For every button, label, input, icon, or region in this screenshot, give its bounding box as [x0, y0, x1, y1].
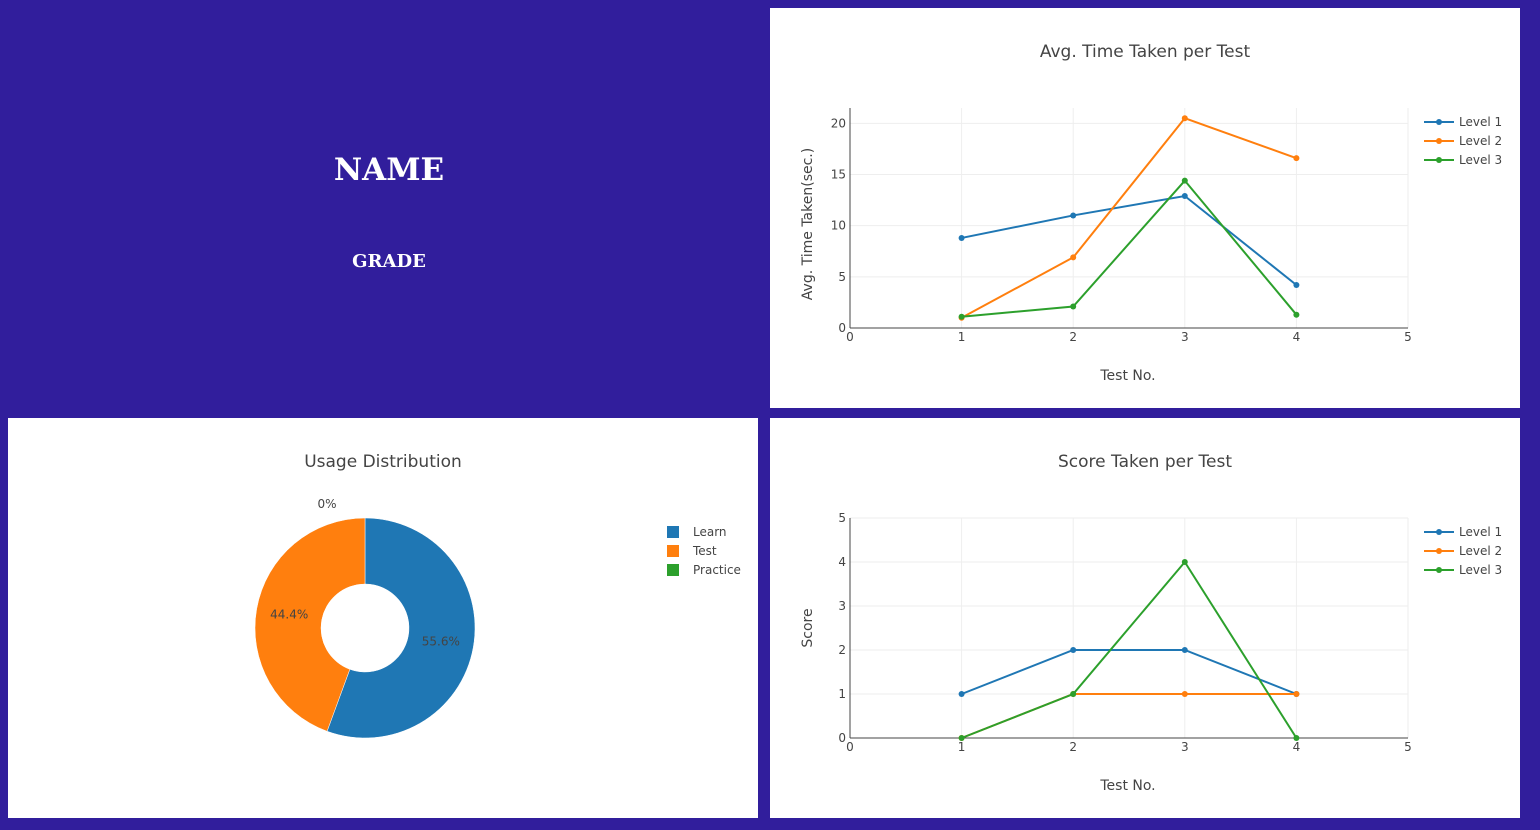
x-tick-label: 4 — [1293, 740, 1301, 754]
legend-swatch — [667, 526, 679, 538]
data-point-level-1 — [1181, 193, 1188, 199]
time-chart-panel: Avg. Time Taken per Test Test No. Avg. T… — [770, 8, 1520, 408]
y-tick-label: 5 — [838, 511, 846, 525]
series-line-level-2 — [961, 117, 1297, 319]
x-tick-label: 3 — [1181, 330, 1189, 344]
data-point-level-3 — [1293, 735, 1300, 741]
legend-label: Practice — [693, 563, 741, 577]
data-point-level-1 — [958, 234, 965, 241]
y-tick-label: 1 — [838, 687, 846, 701]
data-point-level-3 — [1070, 691, 1077, 697]
series-line-level-1 — [961, 649, 1297, 695]
legend-swatch-marker — [1436, 529, 1442, 535]
legend-label: Level 3 — [1459, 153, 1502, 167]
legend-swatch-marker — [1436, 157, 1442, 163]
usage-chart-panel: Usage Distribution 55.6% 44.4% 0% Learn Test… — [8, 418, 758, 818]
chart-title: Score Taken per Test — [1058, 452, 1232, 472]
legend-label: Level 1 — [1459, 115, 1502, 129]
legend-item-level-2: Level 2 — [1424, 544, 1502, 558]
profile-name: NAME — [333, 152, 445, 188]
y-tick-label: 0 — [838, 321, 846, 335]
legend-item-level-3: Level 3 — [1424, 563, 1502, 577]
profile-panel: NAME GRADE — [0, 0, 770, 418]
y-tick-label: 2 — [838, 643, 846, 657]
data-point-level-2 — [1070, 254, 1077, 261]
legend-swatch-marker — [1436, 119, 1442, 125]
y-tick-label: 3 — [838, 599, 846, 613]
x-tick-label: 5 — [1404, 740, 1412, 754]
x-tick-label: 2 — [1069, 330, 1077, 344]
data-point-level-2 — [1293, 155, 1300, 162]
legend-label: Level 2 — [1459, 544, 1502, 558]
data-point-level-3 — [1181, 559, 1188, 565]
y-tick-label: 15 — [831, 168, 846, 182]
data-point-level-1 — [1070, 212, 1077, 219]
legend-swatch — [667, 564, 679, 576]
pie-label-test: 44.4% — [270, 608, 308, 622]
data-point-level-3 — [1293, 311, 1300, 318]
legend-swatch — [667, 545, 679, 557]
y-tick-label: 20 — [831, 116, 846, 130]
legend-swatch-marker — [1436, 567, 1442, 573]
legend-label: Test — [692, 544, 717, 558]
data-point-level-3 — [958, 313, 965, 320]
data-point-level-2 — [1181, 691, 1188, 697]
x-tick-label: 5 — [1404, 330, 1412, 344]
legend-item-level-1: Level 1 — [1424, 525, 1502, 539]
legend-item-test: Test — [667, 544, 717, 558]
y-tick-label: 5 — [838, 270, 846, 284]
data-point-level-1 — [958, 691, 965, 697]
y-tick-label: 10 — [831, 219, 846, 233]
legend-item-learn: Learn — [667, 525, 727, 539]
y-axis-label: Score — [800, 608, 816, 647]
data-point-level-1 — [1070, 647, 1077, 653]
score-chart: Score Taken per Test Test No. Score 0 1 2 3… — [800, 452, 1502, 794]
series-line-level-2 — [961, 693, 1297, 739]
y-tick-label: 0 — [838, 731, 846, 745]
legend-swatch-marker — [1436, 548, 1442, 554]
legend-item-level-1: Level 1 — [1424, 115, 1502, 129]
legend-label: Level 1 — [1459, 525, 1502, 539]
x-tick-label: 1 — [958, 740, 966, 754]
series-line-level-3 — [961, 179, 1298, 318]
chart-title: Usage Distribution — [304, 452, 462, 472]
score-chart-panel: Score Taken per Test Test No. Score 0 1 2 3… — [770, 418, 1520, 818]
x-tick-label: 4 — [1293, 330, 1301, 344]
x-tick-label: 3 — [1181, 740, 1189, 754]
profile-grade: GRADE — [352, 251, 426, 272]
x-tick-label: 2 — [1069, 740, 1077, 754]
x-tick-label: 0 — [846, 330, 854, 344]
legend-item-level-3: Level 3 — [1424, 153, 1502, 167]
series-line-level-1 — [961, 194, 1298, 286]
pie-label-practice: 0% — [317, 497, 336, 511]
y-tick-label: 4 — [838, 555, 846, 569]
y-axis-label: Avg. Time Taken(sec.) — [800, 148, 816, 300]
time-chart: Avg. Time Taken per Test Test No. Avg. T… — [800, 42, 1502, 384]
data-point-level-2 — [1181, 115, 1188, 122]
x-axis-label: Test No. — [1099, 368, 1155, 384]
chart-title: Avg. Time Taken per Test — [1040, 42, 1251, 62]
data-point-level-3 — [958, 735, 965, 741]
data-point-level-1 — [1293, 282, 1300, 289]
pie-label-learn: 55.6% — [422, 634, 460, 648]
data-point-level-2 — [1293, 691, 1300, 697]
legend-swatch-marker — [1436, 138, 1442, 144]
x-tick-label: 1 — [958, 330, 966, 344]
legend-label: Level 2 — [1459, 134, 1502, 148]
data-point-level-3 — [1070, 303, 1077, 310]
data-point-level-3 — [1181, 177, 1188, 184]
legend-label: Level 3 — [1459, 563, 1502, 577]
legend-item-level-2: Level 2 — [1424, 134, 1502, 148]
data-point-level-1 — [1181, 647, 1188, 653]
legend-label: Learn — [693, 525, 727, 539]
legend-item-practice: Practice — [667, 563, 741, 577]
usage-chart: Usage Distribution 55.6% 44.4% 0% Learn Test… — [254, 452, 741, 739]
x-tick-label: 0 — [846, 740, 854, 754]
x-axis-label: Test No. — [1099, 778, 1155, 794]
